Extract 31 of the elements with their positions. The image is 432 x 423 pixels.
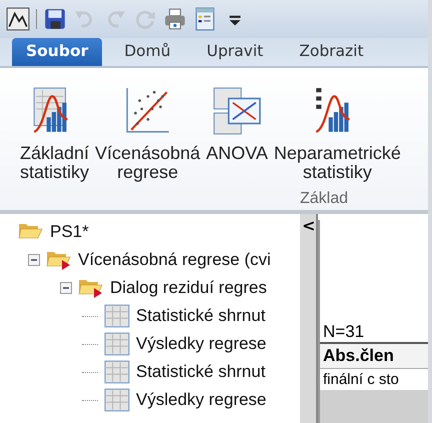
ribbon-tab[interactable]: Soubor [12, 38, 102, 66]
tree-item[interactable]: Vícenásobná regrese (cvi [78, 250, 271, 270]
table-chart-icon [212, 86, 262, 136]
splitter[interactable]: < [300, 214, 318, 423]
form-icon[interactable] [193, 7, 217, 31]
app-icon[interactable] [6, 7, 30, 31]
tree-item[interactable]: Výsledky regrese [136, 334, 266, 354]
collapse-icon[interactable] [60, 282, 72, 294]
table-icon [104, 332, 130, 356]
table-icon [104, 388, 130, 412]
table-icon [104, 360, 130, 384]
tree-item[interactable]: Statistické shrnut [136, 362, 266, 382]
tree-item[interactable]: Dialog reziduí regres [110, 278, 267, 298]
table-icon [104, 304, 130, 328]
ribbon-tab[interactable]: Zobrazit [285, 38, 378, 66]
ribbon-tab[interactable]: Upravit [192, 38, 278, 66]
table-cell-text: finální c sto [322, 370, 400, 390]
ribbon-button[interactable]: ANOVA [206, 86, 268, 163]
tree-item[interactable]: Výsledky regrese [136, 390, 266, 410]
tree-item[interactable]: Statistické shrnut [136, 306, 266, 326]
table-header: Abs.člen [320, 344, 428, 369]
printer-icon[interactable] [163, 7, 187, 31]
ribbon-tab[interactable]: Domů [110, 38, 185, 66]
group-label: Základ [300, 190, 348, 208]
ribbon-button[interactable]: Neparametrické statistiky [274, 86, 401, 182]
collapse-icon[interactable] [28, 254, 40, 266]
tree-item[interactable]: PS1* [50, 222, 89, 242]
collapse-button[interactable]: < [302, 216, 316, 235]
save-icon[interactable] [43, 7, 67, 31]
ribbon-button[interactable]: Vícenásobná regrese [95, 86, 200, 182]
ribbon-button[interactable]: Základní statistiky [20, 86, 90, 182]
